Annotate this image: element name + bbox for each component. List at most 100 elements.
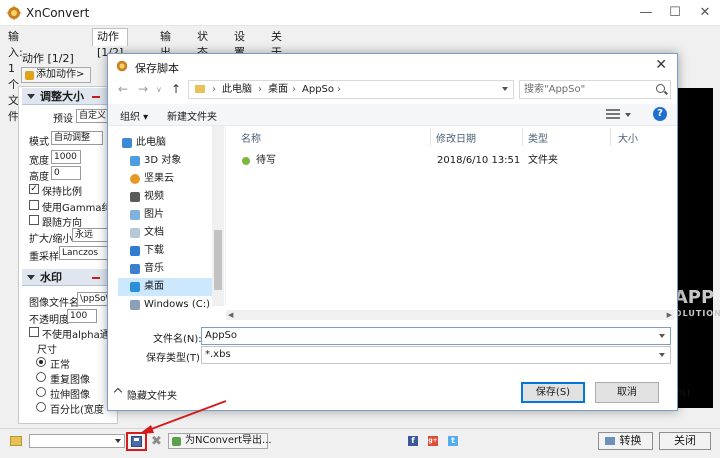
address-bar[interactable]: › 此电脑 › 桌面 › AppSo › (188, 80, 514, 99)
column-header-name[interactable]: 名称 (241, 130, 261, 145)
remove-action-icon[interactable] (92, 96, 100, 98)
file-row[interactable]: 待写 2018/6/10 13:51 文件夹 (239, 152, 659, 170)
collapse-icon (27, 275, 35, 280)
close-window-button[interactable]: ✕ (690, 0, 720, 26)
opacity-input[interactable]: 100 (67, 309, 97, 323)
hide-folders-toggle[interactable]: 隐藏文件夹 (113, 387, 177, 402)
keep-ratio-checkbox[interactable]: ✓ (29, 184, 39, 194)
tab-input[interactable]: 输入: 1个文件 (4, 29, 27, 123)
enlarge-select[interactable]: 永远 (72, 228, 108, 242)
chevron-down-icon[interactable] (502, 87, 508, 91)
maximize-button[interactable]: ☐ (660, 0, 690, 26)
save-script-button[interactable] (126, 432, 147, 451)
width-input[interactable]: 1000 (51, 150, 81, 164)
column-header-size[interactable]: 大小 (618, 130, 638, 145)
up-icon[interactable]: ↑ (171, 82, 181, 96)
size-stretch-radio[interactable] (36, 387, 46, 397)
save-disk-icon (131, 436, 142, 447)
tab-settings[interactable]: 设置 (230, 29, 249, 59)
size-repeat-radio[interactable] (36, 372, 46, 382)
tree-item-windows-c[interactable]: Windows (C:) (118, 296, 222, 314)
minimize-button[interactable]: — (631, 0, 661, 26)
forward-icon[interactable]: → (138, 82, 148, 96)
tree-scrollbar[interactable] (212, 126, 224, 306)
tab-about[interactable]: 关于 (267, 29, 286, 59)
back-icon[interactable]: ← (118, 82, 128, 96)
filename-input[interactable]: AppSo (201, 327, 671, 345)
tree-item-label: 下载 (144, 245, 164, 256)
folder-icon (195, 85, 205, 93)
new-folder-button[interactable]: 新建文件夹 (167, 108, 217, 123)
view-options-icon[interactable] (606, 109, 620, 119)
open-folder-icon[interactable] (10, 436, 22, 446)
close-icon[interactable]: ✕ (655, 57, 667, 73)
resize-section-header[interactable]: 调整大小 (22, 88, 116, 105)
search-input[interactable]: 搜索"AppSo" (519, 80, 671, 99)
height-input[interactable]: 0 (51, 166, 81, 180)
add-action-button[interactable]: 添加动作> (21, 67, 91, 83)
save-button[interactable]: 保存(S) (521, 382, 585, 403)
facebook-icon[interactable]: f (408, 436, 418, 446)
window-title: XnConvert (26, 6, 90, 20)
tree-item-3d-objects[interactable]: 3D 对象 (118, 152, 222, 170)
tree-item-pictures[interactable]: 图片 (118, 206, 222, 224)
watermark-section-title: 水印 (40, 271, 62, 284)
recent-chevron-icon[interactable]: ∨ (156, 85, 162, 94)
convert-button[interactable]: 转换 (598, 432, 653, 450)
follow-orientation-checkbox[interactable] (29, 215, 39, 225)
size-percent-radio[interactable] (36, 402, 46, 412)
actions-subtitle: 动作 [1/2] (22, 52, 74, 65)
tree-item-music[interactable]: 音乐 (118, 260, 222, 278)
google-plus-icon[interactable]: g+ (428, 436, 438, 446)
video-icon (130, 192, 140, 202)
tab-actions[interactable]: 动作 [1/2] (92, 28, 129, 59)
column-divider (522, 128, 523, 146)
export-icon (172, 437, 181, 446)
desktop-icon (130, 282, 140, 292)
export-nconvert-button[interactable]: 为NConvert导出... (168, 433, 272, 449)
gamma-checkbox[interactable] (29, 200, 39, 210)
size-option-label: 百分比(宽度 (50, 405, 104, 416)
tree-item-downloads[interactable]: 下载 (118, 242, 222, 260)
convert-icon (605, 437, 615, 445)
help-icon[interactable]: ? (653, 107, 667, 121)
chevron-down-icon[interactable] (625, 113, 631, 117)
tree-item-this-pc[interactable]: 此电脑 (118, 134, 222, 152)
cancel-button[interactable]: 取消 (595, 382, 659, 403)
breadcrumb-appso[interactable]: AppSo (302, 81, 334, 98)
chevron-down-icon[interactable] (659, 334, 665, 338)
watermark-section-header[interactable]: 水印 (22, 269, 116, 286)
scrollbar-thumb[interactable] (214, 230, 222, 290)
downloads-icon (130, 246, 140, 256)
tree-item-label: 音乐 (144, 263, 164, 274)
organize-menu[interactable]: 组织 ▾ (120, 108, 148, 123)
tree-item-documents[interactable]: 文档 (118, 224, 222, 242)
chevron-down-icon (115, 439, 121, 443)
size-normal-radio[interactable] (36, 357, 46, 367)
filetype-select[interactable]: *.xbs (201, 346, 671, 364)
image-file-input[interactable]: \ppSo\ (77, 292, 108, 306)
breadcrumb-this-pc[interactable]: 此电脑 (222, 81, 252, 98)
resample-select[interactable]: Lanczos (59, 246, 108, 260)
folder-icon (242, 157, 250, 165)
mode-select[interactable]: 自动调整 (51, 131, 103, 145)
tree-item-label: 桌面 (144, 281, 164, 292)
script-select[interactable] (29, 434, 125, 448)
column-header-type[interactable]: 类型 (528, 130, 548, 145)
scroll-left-icon[interactable]: ◀ (228, 311, 233, 319)
delete-script-icon[interactable]: ✖ (151, 434, 162, 449)
no-alpha-checkbox[interactable] (29, 327, 39, 337)
column-header-modified[interactable]: 修改日期 (436, 130, 476, 145)
horizontal-scrollbar[interactable]: ◀ ▶ (226, 310, 674, 320)
tab-status[interactable]: 状态 (193, 29, 212, 59)
breadcrumb-desktop[interactable]: 桌面 (268, 81, 288, 98)
twitter-icon[interactable]: t (448, 436, 458, 446)
breadcrumb-separator: › (337, 84, 341, 95)
remove-action-icon[interactable] (92, 277, 100, 279)
tree-item-nutstore[interactable]: 坚果云 (118, 170, 222, 188)
tree-item-desktop[interactable]: 桌面 (118, 278, 212, 296)
tree-item-video[interactable]: 视频 (118, 188, 222, 206)
close-button[interactable]: 关闭 (659, 432, 711, 450)
scroll-right-icon[interactable]: ▶ (667, 311, 672, 319)
tab-output[interactable]: 输出 (156, 29, 175, 59)
